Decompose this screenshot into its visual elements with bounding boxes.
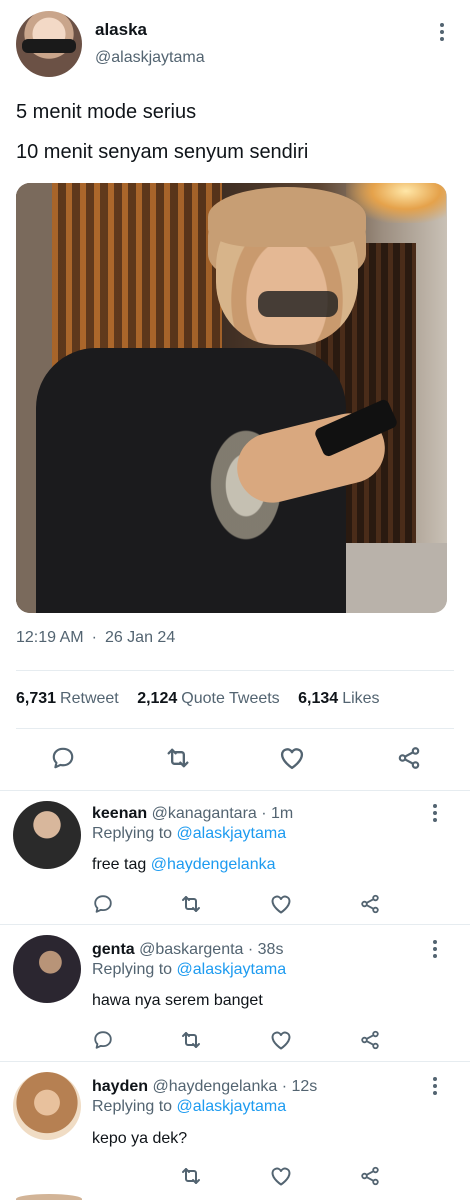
heart-icon[interactable] [268, 1163, 294, 1189]
reply-time: 38s [257, 941, 284, 958]
more-icon[interactable] [425, 937, 445, 961]
share-icon[interactable] [357, 1163, 383, 1189]
reply-avatar[interactable] [13, 935, 81, 1003]
reply-icon[interactable] [90, 1027, 116, 1053]
reply-tweet[interactable]: genta @baskargenta · 38s Replying to @al… [0, 925, 470, 1060]
retweets-stat[interactable]: 6,731 Retweet [16, 690, 119, 707]
replying-to: Replying to @alaskjaytama [92, 961, 287, 978]
author-handle[interactable]: @alaskjaytama [95, 49, 205, 67]
replying-to-mention[interactable]: @alaskjaytama [177, 1098, 287, 1115]
quotes-stat[interactable]: 2,124 Quote Tweets [137, 690, 279, 707]
divider [16, 670, 454, 671]
tweet-text-line: 10 menit senyam senyum sendiri [16, 141, 309, 163]
replying-to-mention[interactable]: @alaskjaytama [177, 961, 287, 978]
more-icon[interactable] [425, 1074, 445, 1098]
reply-author-name[interactable]: keenan @kanagantara · 1m [92, 805, 293, 823]
tweet-time: 12:19 AM [16, 629, 84, 646]
reply-icon[interactable] [90, 891, 116, 917]
replying-to-mention[interactable]: @alaskjaytama [177, 825, 287, 842]
reply-icon[interactable] [48, 743, 78, 773]
text-mention[interactable]: @haydengelanka [151, 856, 276, 873]
reply-time: 1m [271, 805, 294, 822]
author-avatar[interactable] [16, 11, 82, 77]
replying-to: Replying to @alaskjaytama [92, 1098, 287, 1115]
reply-tweet[interactable]: keenan @kanagantara · 1m Replying to @al… [0, 791, 470, 924]
reply-avatar[interactable] [13, 1072, 81, 1140]
more-icon[interactable] [432, 20, 452, 44]
avatar-glasses [22, 39, 76, 53]
reply-time: 12s [291, 1078, 318, 1095]
likes-stat[interactable]: 6,134 Likes [298, 690, 379, 707]
reply-text: hawa nya serem banget [92, 992, 263, 1009]
replying-to: Replying to @alaskjaytama [92, 825, 287, 842]
reply-tweet[interactable]: hayden @haydengelanka · 12s Replying to … [0, 1062, 470, 1194]
share-icon[interactable] [394, 743, 424, 773]
reply-avatar[interactable] [13, 801, 81, 869]
share-icon[interactable] [357, 1027, 383, 1053]
author-name[interactable]: alaska [95, 20, 147, 40]
reply-text: free tag @haydengelanka [92, 856, 276, 873]
reply-author-name[interactable]: genta @baskargenta · 38s [92, 941, 283, 959]
divider [16, 728, 454, 729]
share-icon[interactable] [357, 891, 383, 917]
retweet-icon[interactable] [178, 1163, 204, 1189]
tweet-stats: 6,731 Retweet 2,124 Quote Tweets 6,134 Like… [16, 690, 394, 708]
retweet-icon[interactable] [178, 1027, 204, 1053]
next-reply-avatar[interactable] [16, 1194, 82, 1200]
reply-text: kepo ya dek? [92, 1130, 188, 1147]
reply-author-name[interactable]: hayden @haydengelanka · 12s [92, 1078, 317, 1096]
tweet-text-line: 5 menit mode serius [16, 101, 197, 123]
reply-author-handle[interactable]: @kanagantara [152, 805, 257, 822]
heart-icon[interactable] [268, 891, 294, 917]
tweet-photo[interactable] [16, 183, 447, 613]
more-icon[interactable] [425, 801, 445, 825]
tweet-date: 26 Jan 24 [104, 629, 176, 646]
tweet-timestamp: 12:19 AM · 26 Jan 24 [16, 629, 176, 646]
reply-author-handle[interactable]: @haydengelanka [152, 1078, 277, 1095]
retweet-icon[interactable] [178, 891, 204, 917]
heart-icon[interactable] [277, 743, 307, 773]
reply-author-handle[interactable]: @baskargenta [139, 941, 243, 958]
heart-icon[interactable] [268, 1027, 294, 1053]
retweet-icon[interactable] [163, 743, 193, 773]
tweet-text: 5 menit mode serius 10 menit senyam seny… [16, 92, 308, 172]
